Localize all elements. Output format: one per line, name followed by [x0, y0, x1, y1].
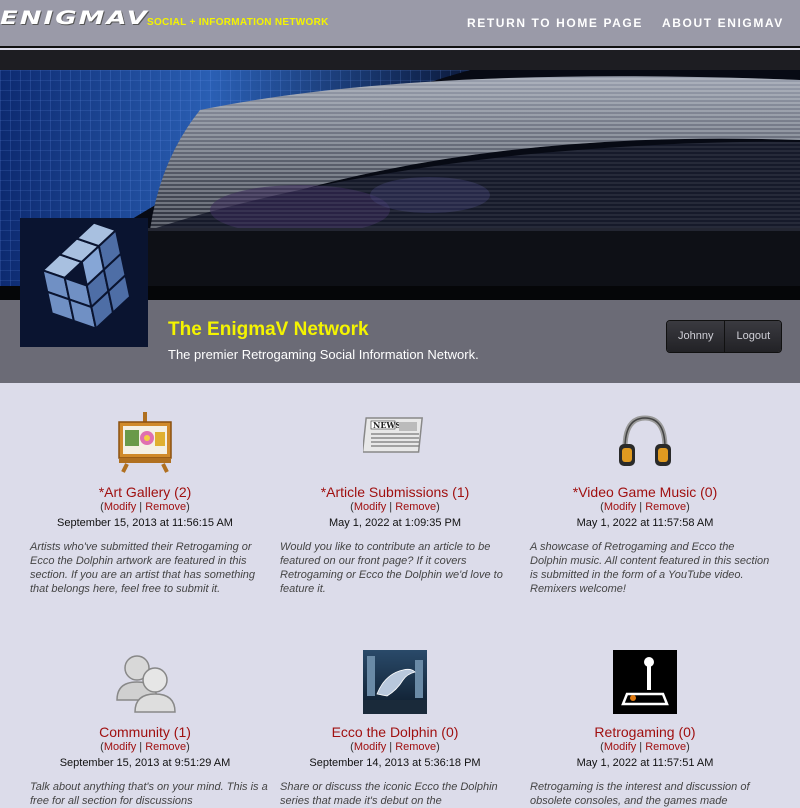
section-date: September 15, 2013 at 9:51:29 AM: [59, 757, 231, 769]
section-description: Would you like to contribute an article …: [280, 541, 503, 595]
site-tagline: SOCIAL + INFORMATION NETWORK: [147, 17, 329, 28]
section-actions: (Modify | Remove): [100, 501, 190, 513]
site-logo[interactable]: ENIGMAV: [0, 8, 149, 29]
section-name[interactable]: *Art Gallery (2): [30, 484, 260, 500]
section-description: Share or discuss the iconic Ecco the Dol…: [280, 781, 498, 807]
headphones-icon[interactable]: [613, 410, 677, 474]
section-name[interactable]: *Video Game Music (0): [530, 484, 760, 500]
remove-link[interactable]: Remove: [395, 501, 436, 513]
modify-link[interactable]: Modify: [354, 501, 386, 513]
remove-link[interactable]: Remove: [645, 741, 686, 753]
dolphin-icon[interactable]: [363, 650, 427, 714]
modify-link[interactable]: Modify: [604, 501, 636, 513]
user-button[interactable]: Johnny: [667, 321, 725, 352]
remove-link[interactable]: Remove: [145, 501, 186, 513]
joystick-icon[interactable]: [613, 650, 677, 714]
section-date: September 15, 2013 at 11:56:15 AM: [57, 517, 233, 529]
svg-text:NEWS: NEWS: [373, 420, 401, 430]
section-description: A showcase of Retrogaming and Ecco the D…: [530, 541, 770, 595]
section-actions: (Modify | Remove): [350, 741, 440, 753]
section-date: May 1, 2022 at 11:57:58 AM: [576, 517, 714, 529]
section-actions: (Modify | Remove): [600, 741, 690, 753]
section-name[interactable]: Ecco the Dolphin (0): [280, 724, 510, 740]
remove-link[interactable]: Remove: [645, 501, 686, 513]
remove-link[interactable]: Remove: [145, 741, 186, 753]
section-name[interactable]: *Article Submissions (1): [280, 484, 510, 500]
top-bar: ENIGMAV SOCIAL + INFORMATION NETWORK RET…: [0, 0, 800, 48]
section-date: September 14, 2013 at 5:36:18 PM: [309, 757, 481, 769]
nav-about-link[interactable]: ABOUT ENIGMAV: [662, 16, 784, 30]
section-name[interactable]: Community (1): [30, 724, 260, 740]
modify-link[interactable]: Modify: [354, 741, 386, 753]
section-description: Retrogaming is the interest and discussi…: [530, 781, 750, 807]
logout-button[interactable]: Logout: [724, 321, 782, 352]
account-button-group: Johnny Logout: [666, 320, 783, 353]
nav-home-link[interactable]: RETURN TO HOME PAGE: [467, 16, 643, 30]
section-description: Talk about anything that's on your mind.…: [30, 781, 268, 807]
users-icon[interactable]: [113, 650, 177, 714]
remove-link[interactable]: Remove: [395, 741, 436, 753]
modify-link[interactable]: Modify: [104, 501, 136, 513]
section-actions: (Modify | Remove): [350, 501, 440, 513]
banner-top-strip: [0, 50, 800, 70]
easel-painting-icon[interactable]: [113, 410, 177, 474]
network-avatar[interactable]: [20, 218, 148, 347]
modify-link[interactable]: Modify: [104, 741, 136, 753]
cube-icon: [20, 218, 148, 347]
section-date: May 1, 2022 at 1:09:35 PM: [328, 517, 462, 529]
network-title: The EnigmaV Network: [168, 319, 369, 340]
newspaper-icon[interactable]: NEWS: [361, 410, 427, 474]
modify-link[interactable]: Modify: [604, 741, 636, 753]
section-description: Artists who've submitted their Retrogami…: [30, 541, 256, 595]
section-actions: (Modify | Remove): [600, 501, 690, 513]
section-actions: (Modify | Remove): [100, 741, 190, 753]
section-name[interactable]: Retrogaming (0): [530, 724, 760, 740]
section-date: May 1, 2022 at 11:57:51 AM: [576, 757, 714, 769]
network-subtitle: The premier Retrogaming Social Informati…: [168, 347, 479, 362]
